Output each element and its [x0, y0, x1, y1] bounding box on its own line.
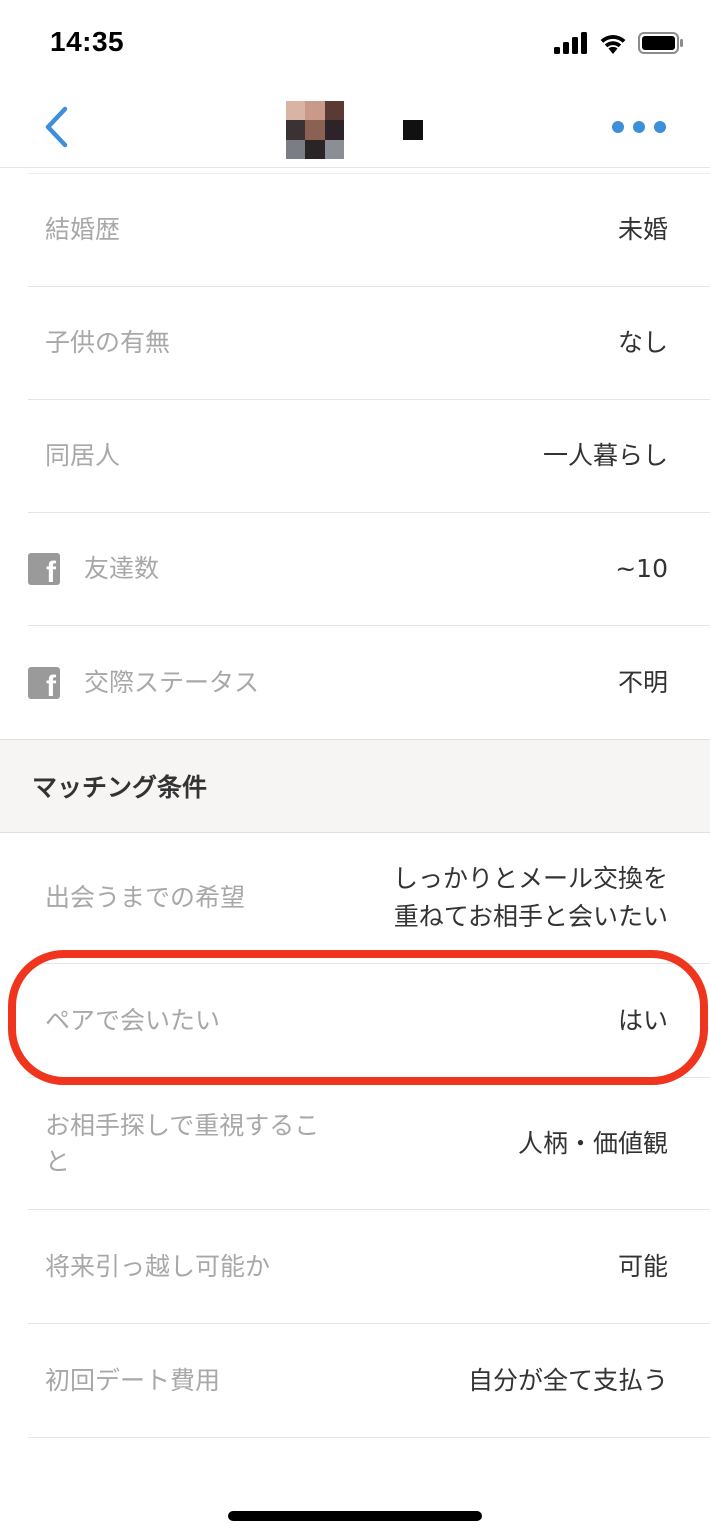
row-label: 将来引っ越し可能か [45, 1251, 271, 1281]
battery-icon [638, 32, 683, 54]
row-value: しっかりとメール交換を 重ねてお相手と会いたい [393, 860, 668, 936]
status-icons [554, 30, 684, 56]
facebook-icon: f [28, 666, 60, 699]
row-value: 不明 [617, 667, 668, 697]
row-relocation: 将来引っ越し可能か 可能 [28, 1210, 710, 1324]
status-bar: 14:35 [0, 0, 710, 90]
row-label-with-icon: f 交際ステータス [28, 665, 259, 701]
section-header-matching: マッチング条件 [0, 739, 710, 833]
back-button[interactable] [36, 104, 76, 150]
row-children: 子供の有無 なし [28, 287, 710, 400]
row-value-line: 重ねてお相手と会いたい [393, 902, 668, 931]
row-pair-meeting: ペアで会いたい はい [28, 964, 710, 1078]
row-value-line: しっかりとメール交換を [392, 864, 668, 893]
row-value: 自分が全て支払う [467, 1365, 668, 1395]
home-indicator[interactable] [228, 1511, 482, 1521]
row-label: 結婚歴 [45, 215, 121, 244]
row-value: はい [617, 1005, 668, 1035]
row-friend-count: f 友達数 ~10 [28, 513, 710, 626]
row-value: 可能 [617, 1251, 668, 1281]
row-label: 初回デート費用 [45, 1365, 221, 1395]
row-value: ~10 [615, 554, 668, 583]
row-first-date-cost: 初回デート費用 自分が全て支払う [28, 1324, 710, 1438]
more-button[interactable] [612, 114, 666, 140]
row-label: 友達数 [84, 554, 160, 583]
name-redaction [403, 120, 423, 140]
nav-bar [0, 90, 710, 168]
row-label-line: お相手探しで重視するこ [45, 1110, 320, 1140]
row-label: 同居人 [45, 441, 121, 470]
status-time: 14:35 [50, 26, 125, 57]
row-label: 子供の有無 [45, 328, 171, 357]
row-cohabitant: 同居人 一人暮らし [28, 400, 710, 513]
row-value: 一人暮らし [542, 441, 668, 470]
row-marital-history: 結婚歴 未婚 [28, 174, 710, 287]
row-priority: お相手探しで重視するこ と 人柄・価値観 [28, 1078, 710, 1210]
row-label-with-icon: f 友達数 [28, 551, 159, 587]
row-label: 出会うまでの希望 [45, 883, 246, 912]
section-title: マッチング条件 [32, 773, 208, 802]
wifi-icon [600, 35, 626, 54]
row-label: 交際ステータス [84, 667, 260, 697]
profile-detail-list: 結婚歴 未婚 子供の有無 なし 同居人 一人暮らし f 友達数 ~10 f 交際… [0, 168, 710, 1438]
row-meeting-preference: 出会うまでの希望 しっかりとメール交換を 重ねてお相手と会いたい [28, 833, 710, 964]
row-value: 人柄・価値観 [517, 1128, 668, 1158]
chevron-left-icon [45, 106, 68, 148]
row-relationship-status: f 交際ステータス 不明 [28, 626, 710, 739]
more-dots-icon [612, 121, 624, 133]
facebook-icon: f [28, 553, 60, 585]
row-value: なし [617, 328, 668, 357]
row-label: お相手探しで重視するこ と [28, 1108, 319, 1180]
signal-icon [554, 32, 587, 54]
row-label-line: と [45, 1146, 71, 1176]
row-label: ペアで会いたい [45, 1005, 221, 1035]
row-value: 未婚 [617, 215, 668, 244]
avatar[interactable] [286, 101, 344, 159]
